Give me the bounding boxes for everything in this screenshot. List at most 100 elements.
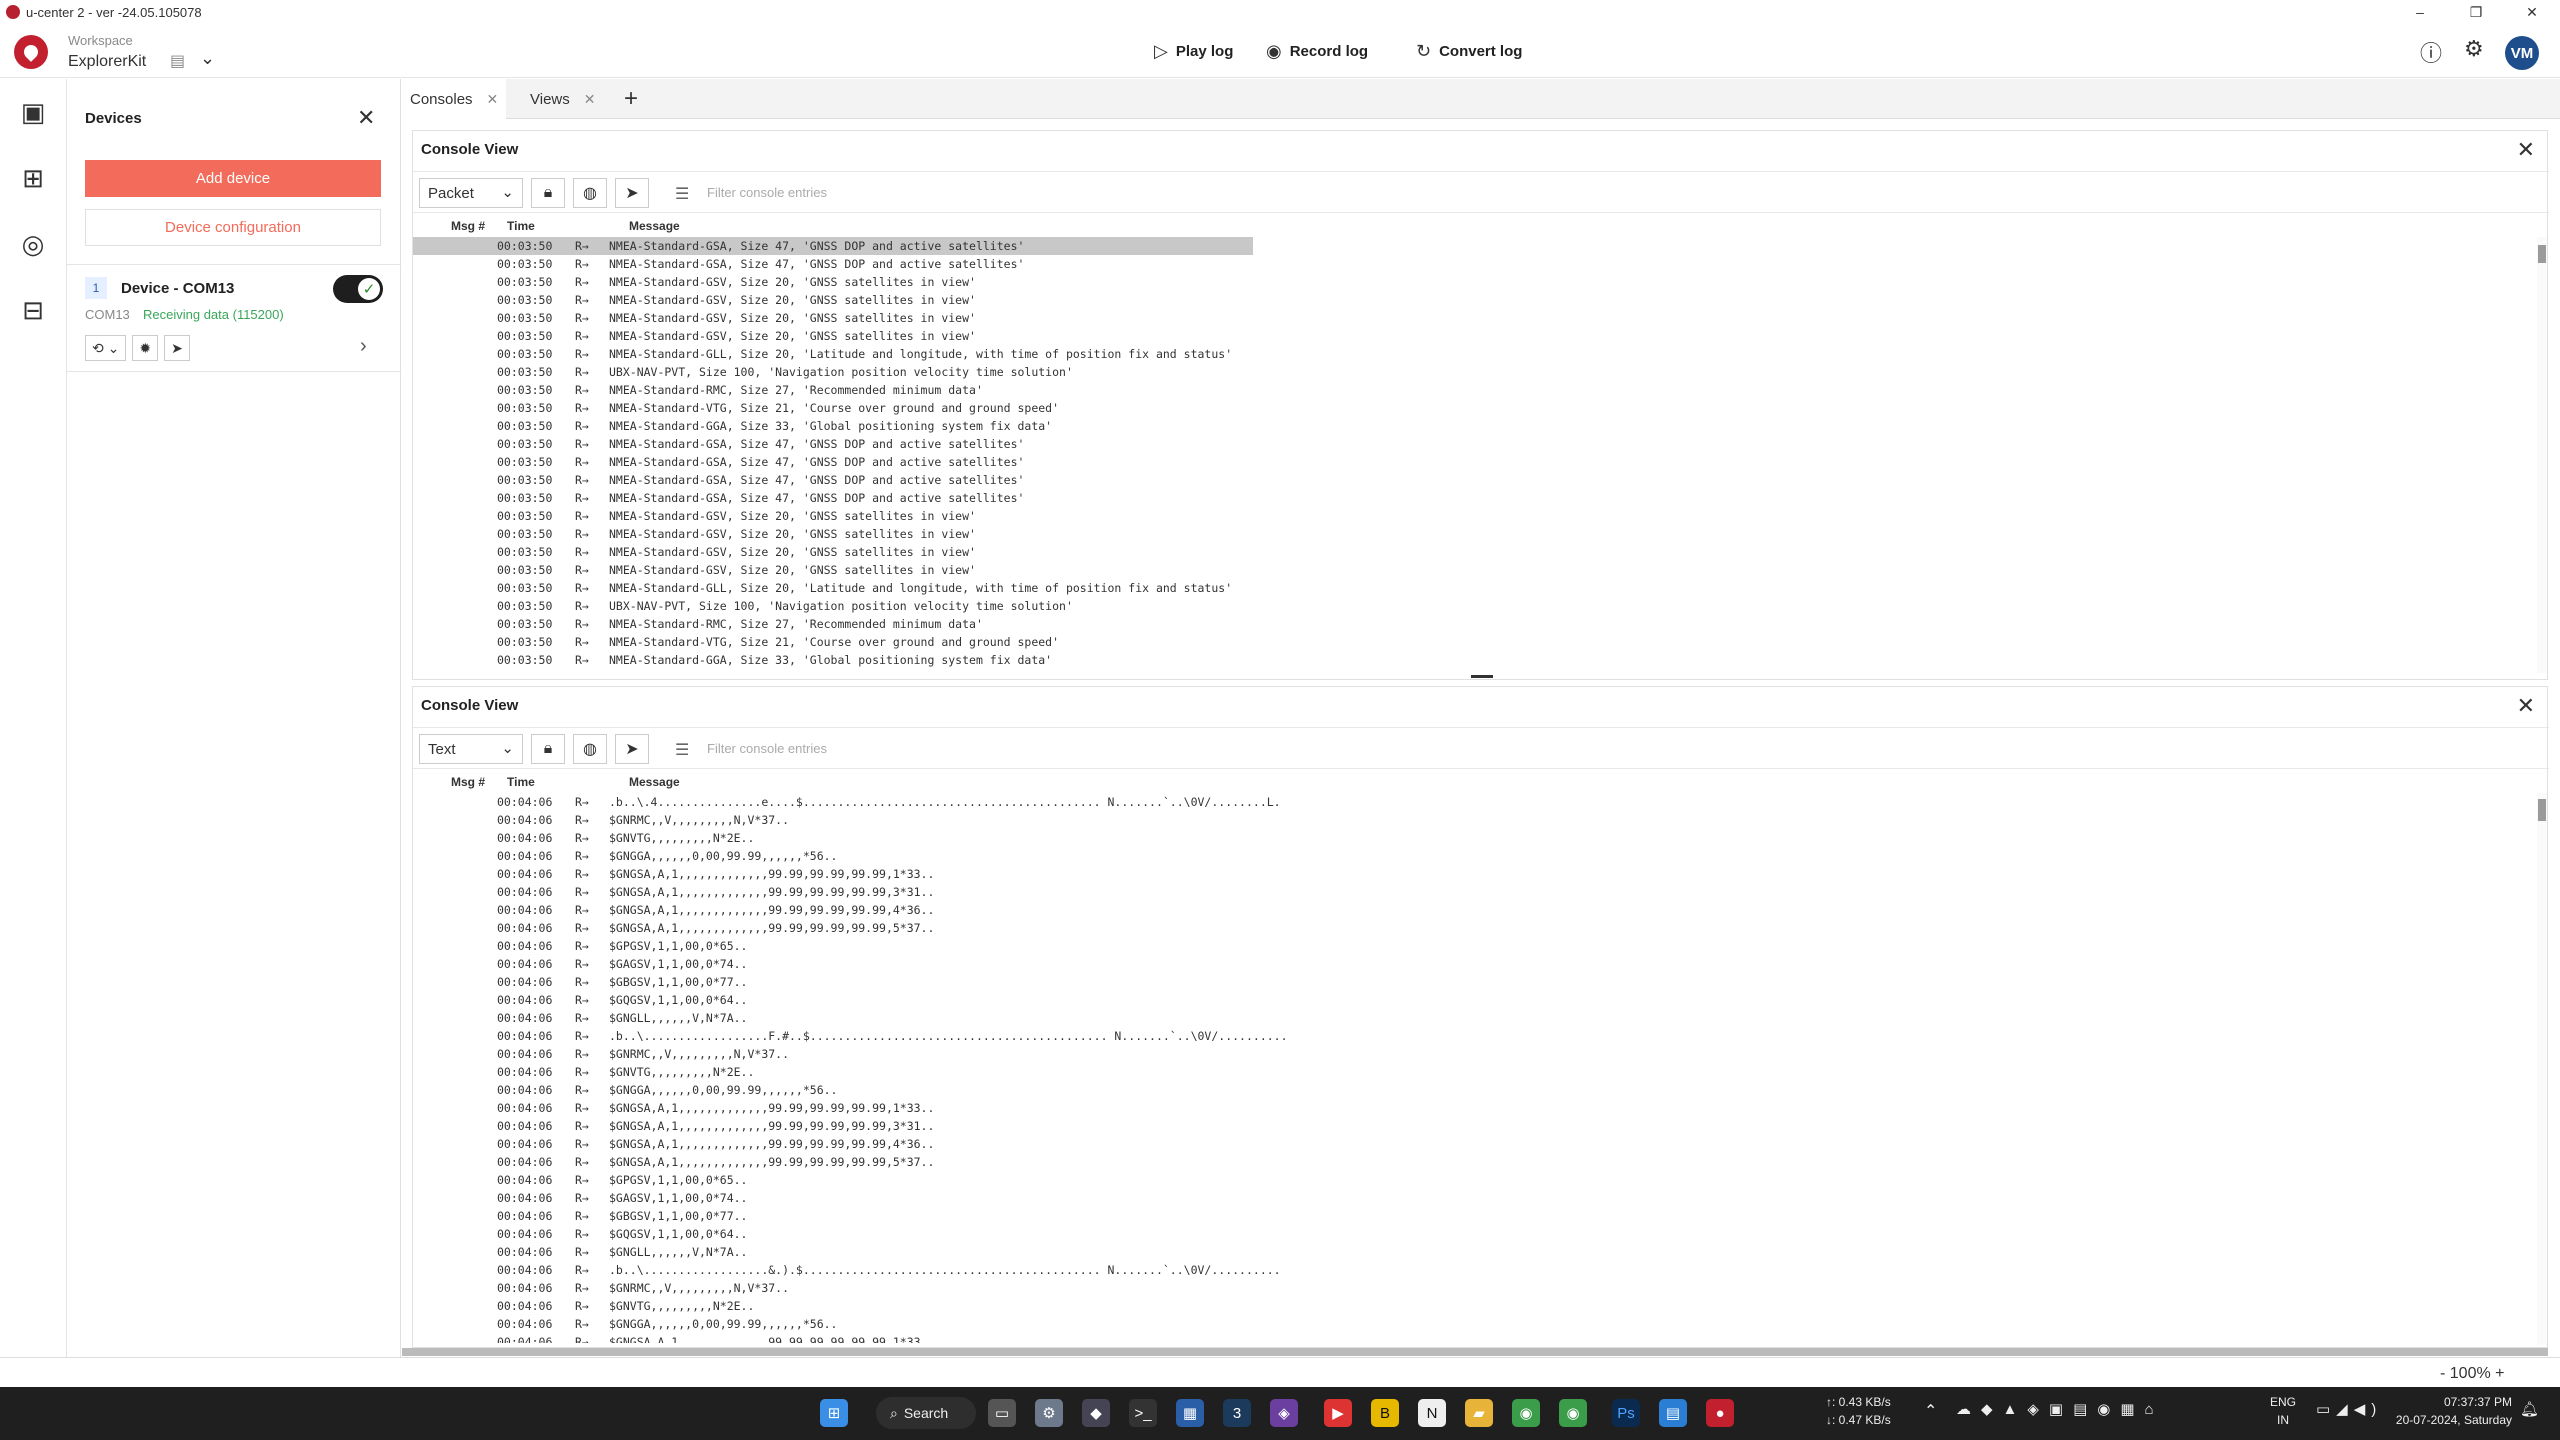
reconnect-dropdown[interactable]: ⟲ ⌄	[85, 335, 127, 361]
chrome-icon[interactable]: ◉	[1559, 1399, 1587, 1427]
console-row[interactable]: 00:04:06 R→ $GBGSV,1,1,00,0*77..	[413, 1207, 2543, 1225]
console-row[interactable]: 00:03:50 R→ UBX-NAV-PVT, Size 100, 'Naviga…	[413, 363, 2543, 381]
apps-grid-icon[interactable]: ⊞	[16, 161, 50, 195]
console-row[interactable]: 00:04:06 R→ $GNGSA,A,1,,,,,,,,,,,,,99.99,9…	[413, 865, 2543, 883]
console-row[interactable]: 00:04:06 R→ $GNVTG,,,,,,,,,N*2E..	[413, 1297, 2543, 1315]
console-row[interactable]: 00:04:06 R→ $GQGSV,1,1,00,0*64..	[413, 1225, 2543, 1243]
bug-icon[interactable]: ✹	[132, 335, 159, 361]
console-row[interactable]: 00:04:06 R→ $GNGLL,,,,,,V,N*7A..	[413, 1243, 2543, 1261]
console-row[interactable]: 00:04:06 R→ $GNGSA,A,1,,,,,,,,,,,,,99.99,9…	[413, 1135, 2543, 1153]
console-row[interactable]: 00:04:06 R→ $GNGLL,,,,,,V,N*7A..	[413, 1009, 2543, 1027]
console-row[interactable]: 00:04:06 R→ $GNGSA,A,1,,,,,,,,,,,,,99.99,9…	[413, 1099, 2543, 1117]
maximize-button[interactable]: ❐	[2448, 0, 2504, 24]
b-app-icon[interactable]: B	[1371, 1399, 1399, 1427]
console-row[interactable]: 00:03:50 R→ NMEA-Standard-GSA, Size 47, 'G…	[413, 435, 2543, 453]
console-row[interactable]: 00:03:50 R→ NMEA-Standard-VTG, Size 21, 'C…	[413, 399, 2543, 417]
tab-views[interactable]: Views ✕	[522, 79, 603, 119]
app-icon[interactable]: ◈	[1270, 1399, 1298, 1427]
filter-input[interactable]: Filter console entries	[707, 741, 827, 756]
app-icon[interactable]: ◆	[1082, 1399, 1110, 1427]
taskbar-search[interactable]: ⌕ Search	[876, 1397, 976, 1429]
console-row[interactable]: 00:03:50 R→ NMEA-Standard-GSV, Size 20, 'G…	[413, 561, 2543, 579]
console-row[interactable]: 00:04:06 R→ $GNRMC,,V,,,,,,,,,N,V*37..	[413, 811, 2543, 829]
clock[interactable]: 07:37:37 PM 20-07-2024, Saturday	[2382, 1393, 2512, 1429]
console-row[interactable]: 00:04:06 R→ $GNGSA,A,1,,,,,,,,,,,,,99.99,9…	[413, 1117, 2543, 1135]
close-icon[interactable]: ✕	[584, 91, 596, 108]
device-name[interactable]: Device - COM13	[121, 280, 234, 297]
send-icon[interactable]: ➤	[615, 734, 649, 764]
console-mode-select[interactable]: Text ⌄	[419, 734, 523, 764]
console-row[interactable]: 00:03:50 R→ NMEA-Standard-GLL, Size 20, 'L…	[413, 579, 2543, 597]
photoshop-icon[interactable]: Ps	[1612, 1399, 1640, 1427]
console-row[interactable]: 00:04:06 R→ .b..\..................&.).$..…	[413, 1261, 2543, 1279]
close-icon[interactable]: ✕	[487, 91, 499, 108]
console-row[interactable]: 00:04:06 R→ $GNGSA,A,1,,,,,,,,,,,,,99.99,9…	[413, 1333, 2543, 1343]
app-icon[interactable]: ▤	[1659, 1399, 1687, 1427]
gauge-icon[interactable]: ◎	[16, 227, 50, 261]
scroll-thumb[interactable]	[2538, 799, 2546, 821]
terminal-icon[interactable]: >_	[1129, 1399, 1157, 1427]
console-row[interactable]: 00:03:50 R→ NMEA-Standard-GSA, Size 47, 'G…	[413, 471, 2543, 489]
notion-icon[interactable]: N	[1418, 1399, 1446, 1427]
console-row[interactable]: 00:04:06 R→ $GNGGA,,,,,,0,00,99.99,,,,,,*5…	[413, 1081, 2543, 1099]
toolbox-icon[interactable]: ⊟	[16, 293, 50, 327]
console-row[interactable]: 00:03:50 R→ NMEA-Standard-GSA, Size 47, 'G…	[413, 453, 2543, 471]
scroll-thumb[interactable]	[2538, 245, 2546, 263]
windows-start-icon[interactable]: ⊞	[820, 1399, 848, 1427]
console-row[interactable]: 00:03:50 R→ NMEA-Standard-GSA, Size 47, 'G…	[413, 489, 2543, 507]
lock-icon[interactable]: 🔒︎	[531, 734, 565, 764]
console-row[interactable]: 00:04:06 R→ $GAGSV,1,1,00,0*74..	[413, 1189, 2543, 1207]
console-row[interactable]: 00:04:06 R→ $GNRMC,,V,,,,,,,,,N,V*37..	[413, 1279, 2543, 1297]
close-icon[interactable]: ✕	[357, 105, 375, 131]
console-row[interactable]: 00:03:50 R→ NMEA-Standard-RMC, Size 27, 'R…	[413, 615, 2543, 633]
notification-bell-icon[interactable]: 🔔︎	[2520, 1401, 2539, 1419]
wifi-sound-icons[interactable]: ▭◢◀)	[2316, 1401, 2382, 1419]
devices-chip-icon[interactable]: ▣	[16, 95, 50, 129]
console-row[interactable]: 00:04:06 R→ $GAGSV,1,1,00,0*74..	[413, 955, 2543, 973]
chevron-down-icon[interactable]: ⌄	[200, 48, 215, 69]
console-row[interactable]: 00:04:06 R→ $GNGGA,,,,,,0,00,99.99,,,,,,*5…	[413, 1315, 2543, 1333]
chrome-icon[interactable]: ◉	[1512, 1399, 1540, 1427]
console-row[interactable]: 00:03:50 R→ NMEA-Standard-GSV, Size 20, 'G…	[413, 309, 2543, 327]
send-icon[interactable]: ➤	[615, 178, 649, 208]
photos-icon[interactable]: ▦	[1176, 1399, 1204, 1427]
console-row[interactable]: 00:03:50 R→ NMEA-Standard-GSV, Size 20, 'G…	[413, 543, 2543, 561]
console-row[interactable]: 00:04:06 R→ $GNGSA,A,1,,,,,,,,,,,,,99.99,9…	[413, 901, 2543, 919]
console-row[interactable]: 00:04:06 R→ $GNGGA,,,,,,0,00,99.99,,,,,,*5…	[413, 847, 2543, 865]
add-device-button[interactable]: Add device	[85, 160, 381, 197]
console-row[interactable]: 00:03:50 R→ NMEA-Standard-GGA, Size 33, 'G…	[413, 651, 2543, 669]
console-row[interactable]: 00:04:06 R→ $GNVTG,,,,,,,,,N*2E..	[413, 1063, 2543, 1081]
console-row[interactable]: 00:04:06 R→ $GBGSV,1,1,00,0*77..	[413, 973, 2543, 991]
close-icon[interactable]: ✕	[2517, 137, 2535, 163]
user-avatar[interactable]: VM	[2505, 36, 2539, 70]
convert-log-button[interactable]: ↻ Convert log	[1416, 39, 1522, 63]
help-icon[interactable]: ⓘ	[2420, 36, 2442, 68]
settings-app-icon[interactable]: ⚙	[1035, 1399, 1063, 1427]
file-explorer-icon[interactable]: ▰	[1465, 1399, 1493, 1427]
console-row[interactable]: 00:04:06 R→ $GNGSA,A,1,,,,,,,,,,,,,99.99,9…	[413, 883, 2543, 901]
chevron-right-icon[interactable]: ›	[360, 335, 367, 358]
console-row[interactable]: 00:03:50 R→ NMEA-Standard-GGA, Size 33, 'G…	[413, 417, 2543, 435]
add-tab-icon[interactable]: +	[624, 85, 638, 113]
console-scrollbar[interactable]	[2537, 793, 2547, 1345]
steam-icon[interactable]: 3	[1223, 1399, 1251, 1427]
minimize-button[interactable]: –	[2392, 0, 2448, 24]
play-log-button[interactable]: ▷ Play log	[1154, 39, 1233, 63]
console-row[interactable]: 00:03:50 R→ NMEA-Standard-GSA, Size 47, 'G…	[413, 255, 2543, 273]
tray-icons[interactable]: ☁◆▲◈▣▤◉▦⌂	[1956, 1401, 2164, 1419]
message-icon[interactable]: ◍	[573, 178, 607, 208]
gear-icon[interactable]: ⚙	[2464, 36, 2484, 62]
close-icon[interactable]: ✕	[2517, 693, 2535, 719]
chevron-up-icon[interactable]: ⌃	[1924, 1403, 1937, 1421]
console-row[interactable]: 00:03:50 R→ NMEA-Standard-GSV, Size 20, 'G…	[413, 327, 2543, 345]
console-rows[interactable]: 00:03:50 R→ NMEA-Standard-GSA, Size 47, 'G…	[413, 237, 2543, 669]
tab-consoles[interactable]: Consoles ✕	[402, 79, 507, 119]
console-mode-select[interactable]: Packet ⌄	[419, 178, 523, 208]
console-row[interactable]: 00:04:06 R→ $GPGSV,1,1,00,0*65..	[413, 937, 2543, 955]
language-indicator[interactable]: ENG IN	[2270, 1393, 2296, 1429]
console-row[interactable]: 00:04:06 R→ $GNGSA,A,1,,,,,,,,,,,,,99.99,9…	[413, 919, 2543, 937]
horizontal-scrollbar[interactable]	[402, 1348, 2548, 1356]
u-center-taskbar-icon[interactable]: ●	[1706, 1399, 1734, 1427]
console-row[interactable]: 00:03:50 R→ NMEA-Standard-GSV, Size 20, 'G…	[413, 291, 2543, 309]
console-row[interactable]: 00:03:50 R→ NMEA-Standard-GSA, Size 47, 'G…	[413, 237, 1253, 255]
